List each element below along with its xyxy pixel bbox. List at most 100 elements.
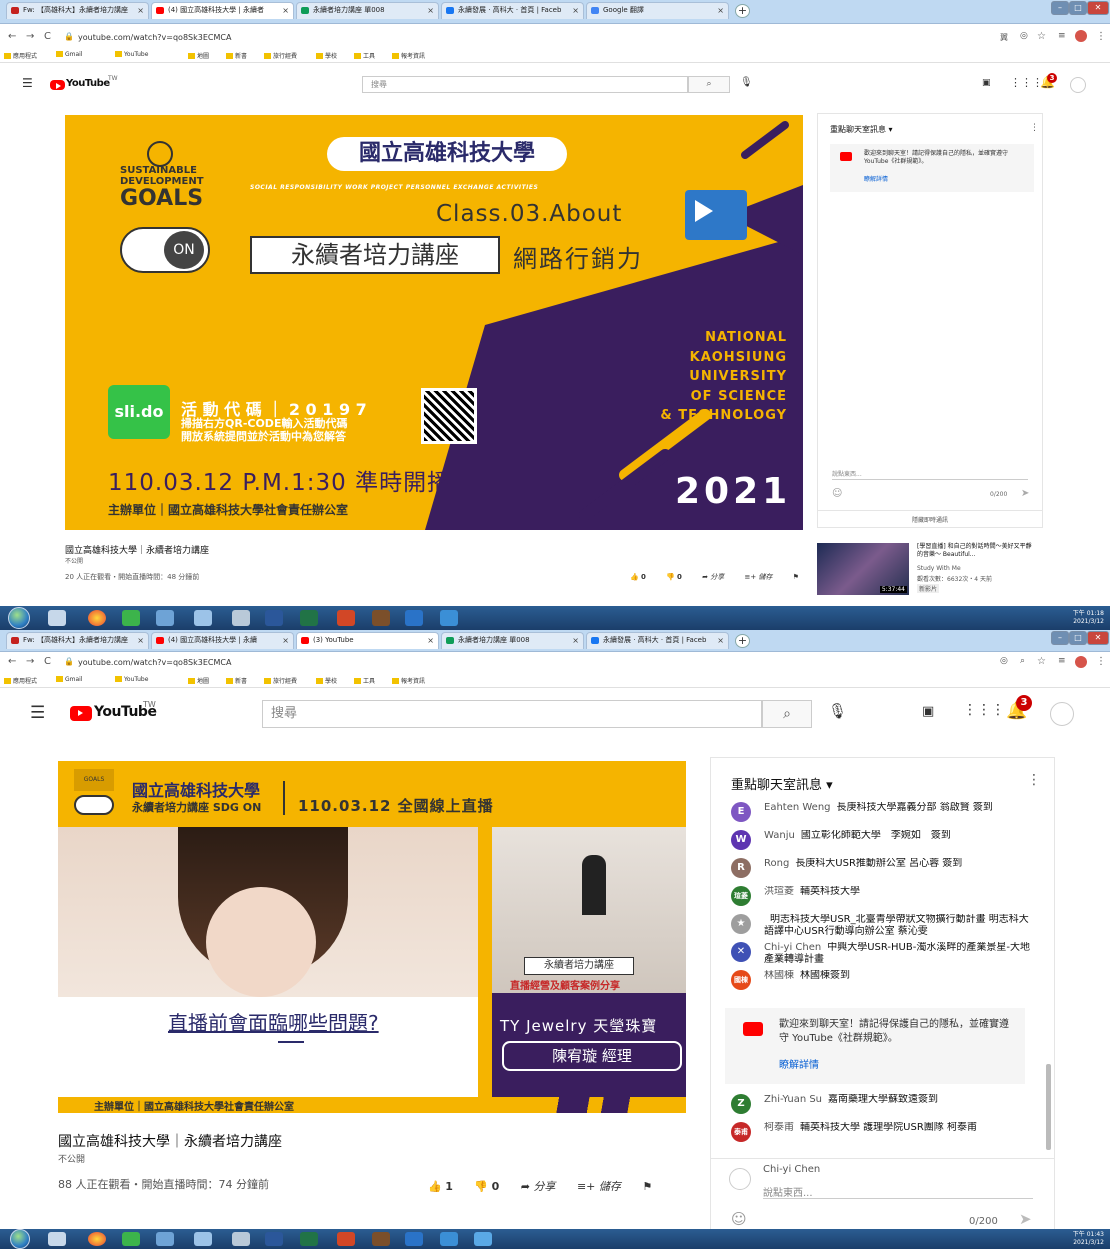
new-tab-button[interactable]: + <box>735 4 750 18</box>
profile-icon[interactable] <box>1075 30 1087 42</box>
bookmark-item[interactable]: YouTube <box>115 676 148 683</box>
chrome-icon-2[interactable] <box>88 1232 106 1246</box>
reload-icon[interactable]: C <box>44 31 51 42</box>
bookmark-item[interactable]: 報考資訊 <box>392 676 425 685</box>
powerpoint-icon-2[interactable] <box>337 1232 355 1246</box>
video-player[interactable]: SUSTAINABLE DEVELOPMENT GOALS ON 國立高雄科技大… <box>65 115 803 530</box>
reading-list-icon-2[interactable]: ≡ <box>1058 656 1066 666</box>
report-flag-icon-2[interactable]: ⚑ <box>642 1180 652 1193</box>
back-icon[interactable]: ← <box>8 31 16 42</box>
send-icon-2[interactable]: ➤ <box>1019 1210 1032 1228</box>
tab-close-icon[interactable]: × <box>717 3 724 18</box>
bookmark-item[interactable]: 工具 <box>354 676 375 685</box>
star-icon[interactable]: ☆ <box>1037 31 1046 42</box>
bookmark-item[interactable]: 旅行經費 <box>264 51 297 60</box>
bookmark-item[interactable]: 工具 <box>354 51 375 60</box>
profile-icon-2[interactable] <box>1075 656 1087 668</box>
powerpoint-icon[interactable] <box>337 610 355 626</box>
minimize-button-2[interactable]: – <box>1051 631 1069 645</box>
reading-list-icon[interactable]: ≡ <box>1058 31 1066 41</box>
translate-icon[interactable]: 翼 <box>1000 32 1008 43</box>
bookmark-item[interactable]: Gmail <box>56 676 83 683</box>
tab-close-icon[interactable]: × <box>137 633 144 648</box>
youtube-logo-icon[interactable] <box>50 80 65 90</box>
chrome-icon[interactable] <box>88 610 106 626</box>
maximize-button-2[interactable]: □ <box>1069 631 1087 645</box>
photos-icon-2[interactable] <box>194 1232 212 1246</box>
minimize-button[interactable]: – <box>1051 1 1069 15</box>
create-video-icon[interactable]: ▣ <box>982 78 991 88</box>
microphone-icon-2[interactable]: 🎙 <box>828 702 847 720</box>
bottom-tab[interactable]: (4) 國立高雄科技大學 | 永續 × <box>151 632 294 649</box>
bookmark-item[interactable]: 學校 <box>316 676 337 685</box>
share-button-2[interactable]: ➦ 分享 <box>521 1180 556 1193</box>
top-tab[interactable]: (4) 國立高雄科技大學 | 永續者 × <box>151 2 294 19</box>
bookmark-item[interactable]: 地圖 <box>188 676 209 685</box>
chrome-window-icon-2[interactable] <box>440 1232 458 1246</box>
account-avatar-2[interactable] <box>1050 702 1074 726</box>
bottom-tab[interactable]: Fw: 【高雄科大】永續者培力講座 × <box>6 632 149 649</box>
dislike-button-2[interactable]: 👎 0 <box>474 1180 499 1193</box>
search-input[interactable]: 搜尋 <box>362 76 688 93</box>
line-icon[interactable] <box>122 610 140 626</box>
tab-close-icon[interactable]: × <box>572 3 579 18</box>
create-video-icon-2[interactable]: ▣ <box>922 704 934 719</box>
bookmark-item[interactable]: 新書 <box>226 676 247 685</box>
tab-close-icon[interactable]: × <box>427 3 434 18</box>
account-avatar[interactable] <box>1070 77 1086 93</box>
bookmark-item[interactable]: 應用程式 <box>4 676 37 685</box>
line-icon-2[interactable] <box>122 1232 140 1246</box>
explorer-icon[interactable] <box>48 610 66 626</box>
bookmark-item[interactable]: YouTube <box>115 51 148 58</box>
ebook-icon[interactable] <box>372 610 390 626</box>
maximize-button[interactable]: □ <box>1069 1 1087 15</box>
ie-icon[interactable] <box>405 610 423 626</box>
start-button[interactable] <box>8 607 30 629</box>
url-text[interactable]: youtube.com/watch?v=qo8Sk3ECMCA <box>78 33 231 42</box>
learn-more-link-2[interactable]: 瞭解詳情 <box>779 1056 819 1071</box>
forward-icon-2[interactable]: → <box>26 656 34 667</box>
learn-more-link[interactable]: 瞭解詳情 <box>864 174 888 183</box>
menu-icon-2[interactable]: ⋮ <box>1096 656 1106 667</box>
related-video-title[interactable]: [學習直播] 和自己的對話時間～美好又平靜的音樂～ Beautiful... <box>917 543 1037 559</box>
tab-close-icon[interactable]: × <box>282 3 289 18</box>
calculator-icon[interactable] <box>232 610 250 626</box>
youtube-logo-icon-2[interactable] <box>70 706 92 721</box>
youtube-logo-text[interactable]: YouTube <box>66 78 110 89</box>
star-icon-2[interactable]: ☆ <box>1037 656 1046 667</box>
microphone-icon[interactable]: 🎙 <box>740 77 753 88</box>
bookmark-item[interactable]: 應用程式 <box>4 51 37 60</box>
related-video-thumbnail[interactable]: 5:37:44 <box>817 543 909 595</box>
paint-icon-2[interactable] <box>156 1232 174 1246</box>
search-input-2[interactable]: 搜尋 <box>262 700 762 728</box>
bottom-tab[interactable]: 永續者培力講座 單008 × <box>441 632 584 649</box>
new-tab-button[interactable]: + <box>735 634 750 648</box>
save-button-2[interactable]: ≡+ 儲存 <box>577 1180 621 1193</box>
back-icon-2[interactable]: ← <box>8 656 16 667</box>
excel-icon-2[interactable] <box>300 1232 318 1246</box>
bookmark-item[interactable]: 旅行經費 <box>264 676 297 685</box>
report-flag-icon[interactable]: ⚑ <box>793 573 799 581</box>
bookmark-item[interactable]: Gmail <box>56 51 83 58</box>
start-button-2[interactable] <box>10 1229 30 1249</box>
search-page-icon[interactable]: ⌕ <box>1020 656 1025 666</box>
chat-title-2[interactable]: 重點聊天室訊息 ▾ <box>731 774 833 793</box>
system-clock-2[interactable]: 下午 01:43 2021/3/12 <box>1040 1231 1104 1247</box>
close-window-button-2[interactable]: ✕ <box>1087 631 1109 645</box>
chat-input-2[interactable]: 說點東西... <box>763 1184 813 1199</box>
zoom-icon[interactable]: ◎ <box>1020 31 1028 41</box>
browser-window-icon[interactable] <box>474 1232 492 1246</box>
dislike-button[interactable]: 👎 0 <box>666 573 682 581</box>
bookmark-item[interactable]: 學校 <box>316 51 337 60</box>
excel-icon[interactable] <box>300 610 318 626</box>
top-tab[interactable]: Fw: 【高雄科大】永續者培力講座 × <box>6 2 149 19</box>
bookmark-item[interactable]: 地圖 <box>188 51 209 60</box>
hamburger-menu-icon-2[interactable]: ☰ <box>30 703 45 723</box>
hide-chat-button[interactable]: 隱藏即時通訊 <box>818 510 1042 524</box>
chat-scrollbar[interactable] <box>1046 1064 1051 1150</box>
word-icon-2[interactable] <box>265 1232 283 1246</box>
send-icon[interactable]: ➤ <box>1021 488 1029 499</box>
chat-more-icon[interactable]: ⋮ <box>1030 123 1039 133</box>
chat-input[interactable]: 說點東西... <box>832 469 862 478</box>
ebook-icon-2[interactable] <box>372 1232 390 1246</box>
